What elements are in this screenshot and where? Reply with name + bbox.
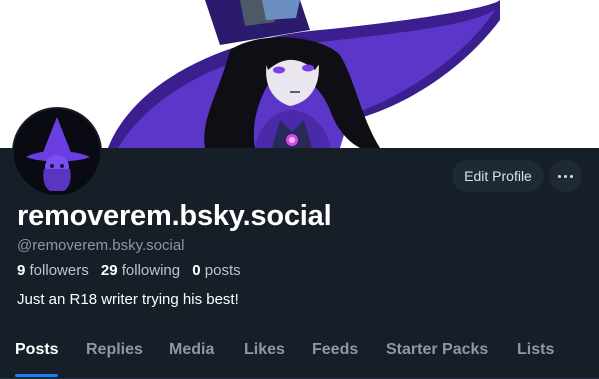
following-link[interactable]: 29 following bbox=[101, 262, 184, 279]
edit-profile-label: Edit Profile bbox=[464, 168, 532, 184]
profile-tabs: Posts Replies Media Likes Feeds Starter … bbox=[0, 330, 599, 379]
following-count: 29 bbox=[100, 262, 118, 279]
profile-handle: @removerem.bsky.social bbox=[17, 237, 185, 254]
tab-starter-packs[interactable]: Starter Packs bbox=[386, 341, 488, 359]
posts-stat: 0 posts bbox=[192, 262, 240, 279]
profile-bio: Just an R18 writer trying his best! bbox=[17, 291, 239, 308]
display-name: removerem.bsky.social bbox=[17, 200, 332, 232]
followers-label: followers bbox=[29, 262, 89, 279]
active-tab-indicator bbox=[15, 374, 58, 377]
avatar[interactable] bbox=[12, 107, 102, 197]
ellipsis-icon bbox=[558, 174, 573, 178]
more-options-button[interactable] bbox=[549, 160, 582, 192]
followers-link[interactable]: 9 followers bbox=[17, 262, 93, 279]
tab-likes[interactable]: Likes bbox=[244, 341, 285, 359]
tab-posts[interactable]: Posts bbox=[15, 341, 59, 359]
tab-feeds[interactable]: Feeds bbox=[312, 341, 358, 359]
profile-stats: 9 followers 29 following 0 posts bbox=[17, 262, 249, 279]
tab-replies[interactable]: Replies bbox=[86, 341, 143, 359]
tab-media[interactable]: Media bbox=[169, 341, 214, 359]
followers-count: 9 bbox=[17, 262, 26, 279]
posts-count: 0 bbox=[192, 262, 201, 279]
following-label: following bbox=[121, 262, 181, 279]
posts-label: posts bbox=[204, 262, 241, 279]
witch-avatar-image bbox=[14, 109, 100, 195]
tab-lists[interactable]: Lists bbox=[517, 341, 554, 359]
edit-profile-button[interactable]: Edit Profile bbox=[452, 160, 544, 192]
